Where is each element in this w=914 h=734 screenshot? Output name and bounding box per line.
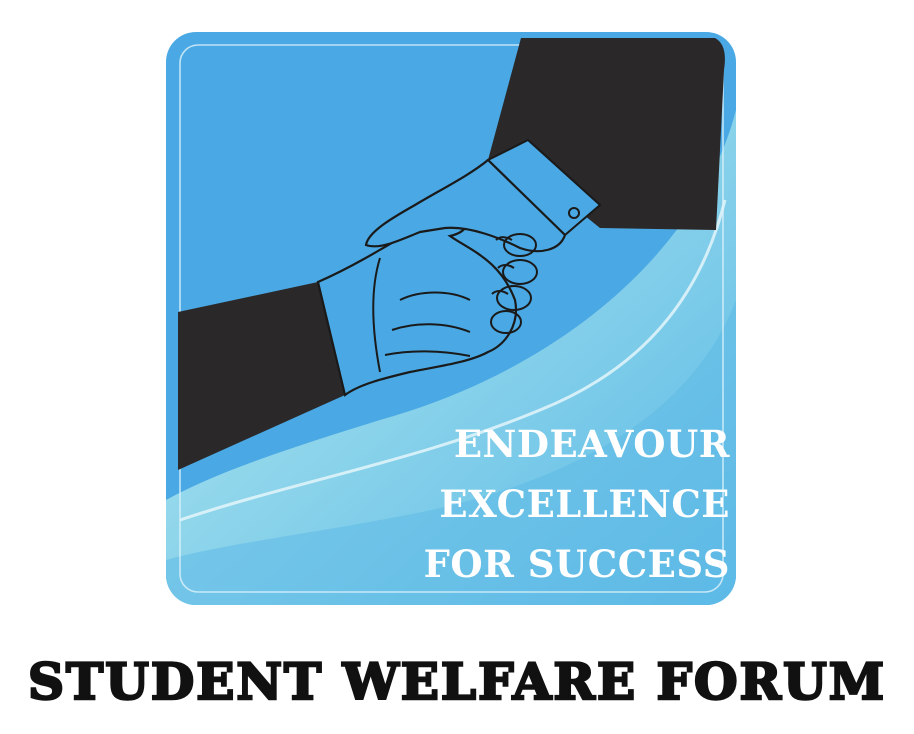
- organization-name: STUDENT WELFARE FORUM: [27, 652, 887, 711]
- motto-line-2: EXCELLENCE: [439, 482, 730, 526]
- logo-page: ENDEAVOUR EXCELLENCE FOR SUCCESS STUDENT…: [0, 0, 914, 734]
- motto-line-3: FOR SUCCESS: [423, 542, 730, 586]
- handshake-emblem: [166, 32, 736, 605]
- motto-line-1: ENDEAVOUR: [453, 422, 730, 466]
